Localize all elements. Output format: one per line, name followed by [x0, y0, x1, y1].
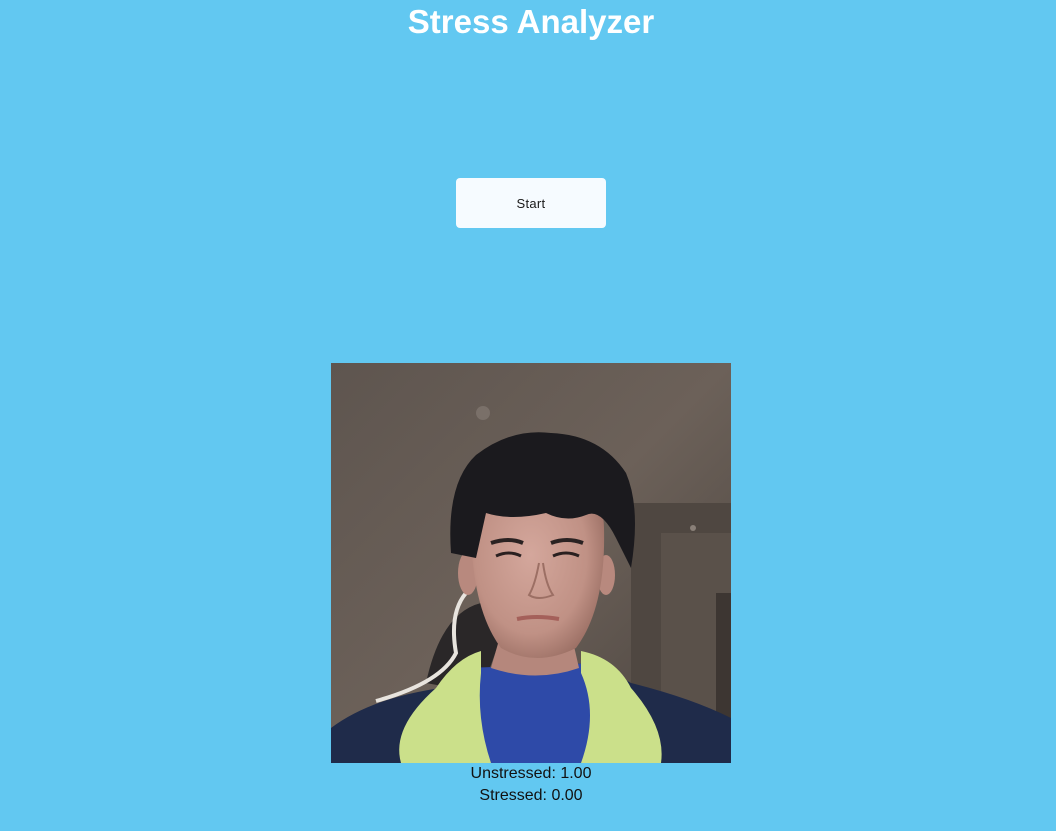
webcam-video: [331, 363, 731, 763]
page-title: Stress Analyzer: [407, 3, 655, 40]
start-button[interactable]: Start: [456, 178, 606, 228]
webcam-frame-image: [331, 363, 731, 763]
app-page: Stress Analyzer Start Unstressed: 1.00 S…: [0, 0, 1056, 831]
stressed-score: Stressed: 0.00: [479, 787, 583, 804]
unstressed-score: Unstressed: 1.00: [470, 765, 592, 782]
